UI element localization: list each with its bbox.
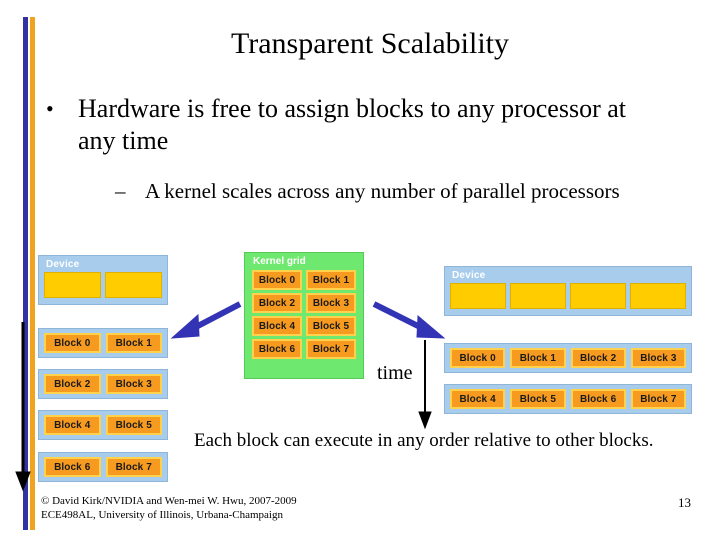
block-chip: Block 6 xyxy=(252,339,302,359)
device-right-cell xyxy=(570,283,626,309)
kernel-grid-row: Block 4 Block 5 xyxy=(252,316,356,336)
page-number: 13 xyxy=(678,495,691,510)
block-chip: Block 6 xyxy=(570,389,626,409)
block-chip: Block 4 xyxy=(252,316,302,336)
block-chip: Block 0 xyxy=(44,333,101,353)
kernel-grid-row: Block 2 Block 3 xyxy=(252,293,356,313)
bullet-level-2: – A kernel scales across any number of p… xyxy=(115,178,675,205)
device-left-cell xyxy=(105,272,162,298)
device-left-label: Device xyxy=(46,259,80,270)
device-left-cell xyxy=(44,272,101,298)
block-chip: Block 2 xyxy=(44,374,101,394)
block-chip: Block 0 xyxy=(450,348,506,368)
device-left-block-row: Block 6 Block 7 xyxy=(38,452,168,482)
block-chip: Block 3 xyxy=(306,293,356,313)
device-right-label: Device xyxy=(452,270,486,281)
block-chip: Block 0 xyxy=(252,270,302,290)
device-left-box: Device xyxy=(38,255,168,305)
kernel-grid-rows: Block 0 Block 1 Block 2 Block 3 Block 4 … xyxy=(245,270,363,365)
device-left-block-row: Block 2 Block 3 xyxy=(38,369,168,399)
block-chip: Block 5 xyxy=(105,415,162,435)
device-right-cell xyxy=(630,283,686,309)
block-chip: Block 2 xyxy=(252,293,302,313)
block-chip: Block 6 xyxy=(44,457,101,477)
dash-marker-icon: – xyxy=(115,179,126,203)
block-chip: Block 2 xyxy=(570,348,626,368)
bullet-level-1-text: Hardware is free to assign blocks to any… xyxy=(78,94,626,155)
kernel-grid-label: Kernel grid xyxy=(253,256,306,267)
block-chip: Block 1 xyxy=(306,270,356,290)
device-right-box: Device xyxy=(444,266,692,316)
block-chip: Block 1 xyxy=(105,333,162,353)
kernel-grid-box: Kernel grid Block 0 Block 1 Block 2 Bloc… xyxy=(244,252,364,379)
device-left-block-row: Block 4 Block 5 xyxy=(38,410,168,440)
left-time-arrow-icon xyxy=(15,322,31,492)
device-right-block-row: Block 0 Block 1 Block 2 Block 3 xyxy=(444,343,692,373)
footer: © David Kirk/NVIDIA and Wen-mei W. Hwu, … xyxy=(41,494,297,522)
block-chip: Block 5 xyxy=(510,389,566,409)
device-right-cell xyxy=(510,283,566,309)
device-right-cells xyxy=(445,283,691,314)
time-label: time xyxy=(377,362,413,384)
block-chip: Block 7 xyxy=(306,339,356,359)
kernel-grid-row: Block 0 Block 1 xyxy=(252,270,356,290)
footer-line-1: © David Kirk/NVIDIA and Wen-mei W. Hwu, … xyxy=(41,495,297,507)
device-right-block-row: Block 4 Block 5 Block 6 Block 7 xyxy=(444,384,692,414)
footer-line-2: ECE498AL, University of Illinois, Urbana… xyxy=(41,509,283,521)
block-chip: Block 7 xyxy=(105,457,162,477)
time-arrow-icon xyxy=(418,340,432,430)
block-chip: Block 3 xyxy=(630,348,686,368)
bullet-level-1: • Hardware is free to assign blocks to a… xyxy=(46,93,646,157)
arrow-right-blue-icon xyxy=(372,301,446,339)
block-chip: Block 5 xyxy=(306,316,356,336)
bullet-marker-icon: • xyxy=(46,96,54,121)
device-left-cells xyxy=(39,272,167,303)
page-title: Transparent Scalability xyxy=(230,27,509,60)
block-chip: Block 3 xyxy=(105,374,162,394)
block-chip: Block 4 xyxy=(450,389,506,409)
note-text: Each block can execute in any order rela… xyxy=(194,430,654,451)
device-right-cell xyxy=(450,283,506,309)
kernel-grid-row: Block 6 Block 7 xyxy=(252,339,356,359)
block-chip: Block 4 xyxy=(44,415,101,435)
block-chip: Block 1 xyxy=(510,348,566,368)
block-chip: Block 7 xyxy=(630,389,686,409)
device-left-block-row: Block 0 Block 1 xyxy=(38,328,168,358)
arrow-left-blue-icon xyxy=(170,301,242,339)
bullet-level-2-text: A kernel scales across any number of par… xyxy=(145,179,620,203)
